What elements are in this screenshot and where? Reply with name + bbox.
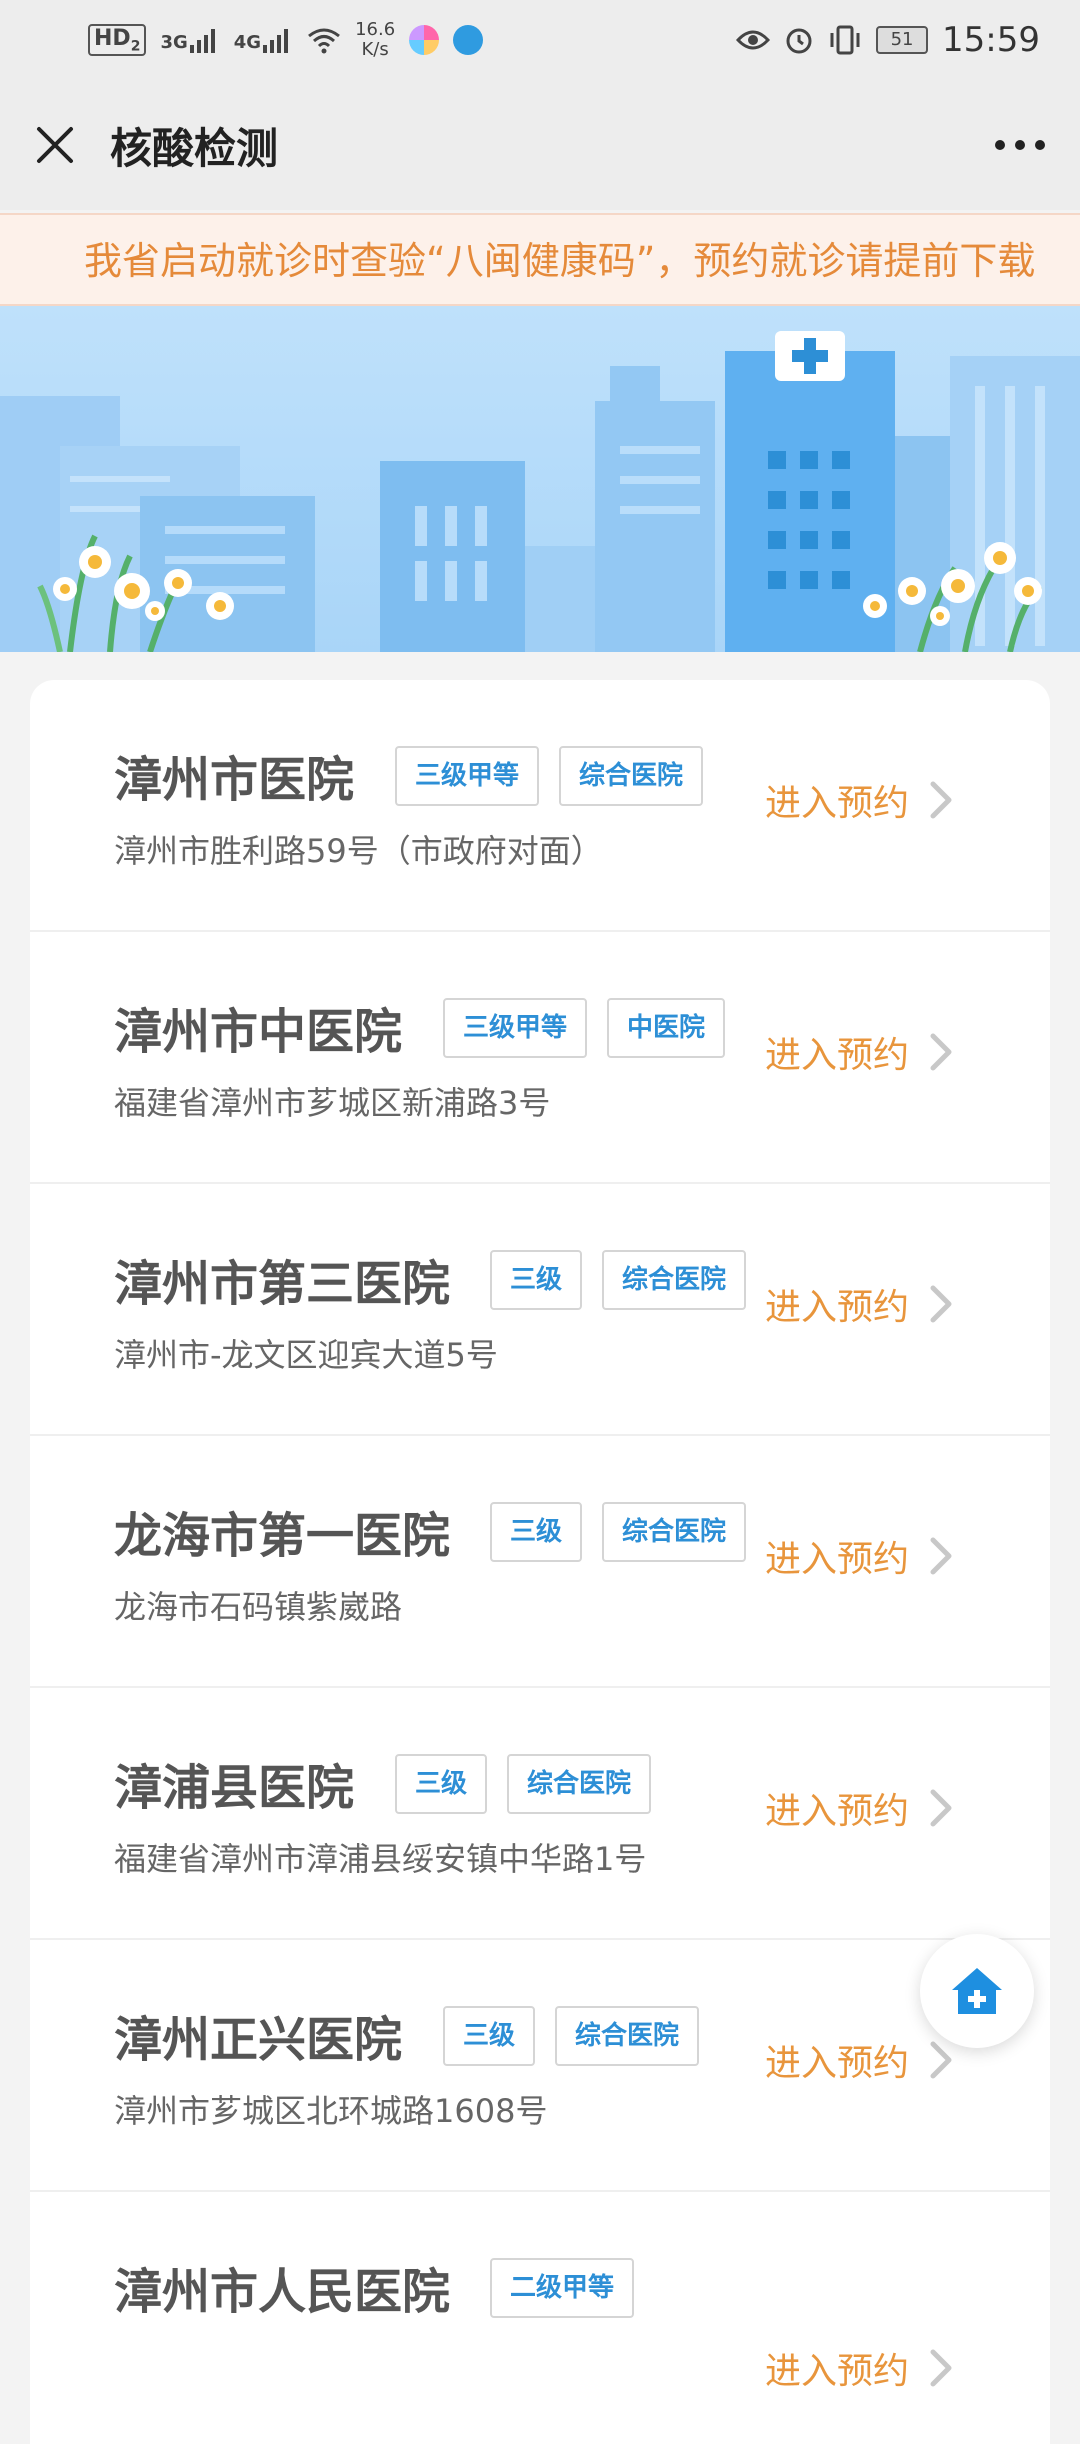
book-appointment-link[interactable]: 进入预约 xyxy=(765,1530,953,1582)
net2-label: 4G xyxy=(233,32,262,53)
hospital-tags: 三级 综合医院 xyxy=(395,1754,652,1814)
chevron-right-icon xyxy=(930,1033,952,1071)
more-button[interactable] xyxy=(990,120,1050,170)
signal-3g-icon: 3G xyxy=(160,27,219,53)
hospital-tags: 三级甲等 综合医院 xyxy=(395,746,704,806)
hospital-type-tag: 综合医院 xyxy=(555,2006,700,2066)
notice-banner[interactable]: 我省启动就诊时查验“八闽健康码”，预约就诊请提前下载 xyxy=(0,213,1080,306)
wifi-icon xyxy=(308,28,340,54)
hospital-item[interactable]: 漳州市第三医院 三级 综合医院 漳州市-龙文区迎宾大道5号 进入预约 xyxy=(30,1184,1050,1436)
alarm-icon xyxy=(786,28,812,54)
hospital-level-tag: 二级甲等 xyxy=(490,2258,635,2318)
title-bar: 核酸检测 xyxy=(0,80,1080,210)
status-right: 51 15:59 xyxy=(736,20,1040,60)
vibrate-icon xyxy=(830,25,860,55)
hospital-name: 漳浦县医院 xyxy=(114,1760,355,1816)
hero-banner xyxy=(0,306,1080,652)
hd-label: HD xyxy=(94,25,131,51)
hospital-name: 漳州市人民医院 xyxy=(114,2264,451,2320)
hospital-level-tag: 三级 xyxy=(395,1754,488,1814)
book-appointment-link[interactable]: 进入预约 xyxy=(765,2342,953,2394)
hospital-name: 漳州市第三医院 xyxy=(114,1256,451,1312)
hospital-item[interactable]: 漳州市人民医院 二级甲等 进入预约 xyxy=(30,2192,1050,2444)
hospital-list: 漳州市医院 三级甲等 综合医院 漳州市胜利路59号（市政府对面） 进入预约 漳州… xyxy=(30,680,1050,2444)
book-appointment-label: 进入预约 xyxy=(765,2351,910,2392)
hospital-tags: 三级甲等 中医院 xyxy=(443,998,726,1058)
hospital-address: 龙海市石码镇紫崴路 xyxy=(114,1588,403,1626)
battery-level: 51 xyxy=(890,29,914,50)
eye-icon xyxy=(736,30,771,50)
hospital-tags: 三级 综合医院 xyxy=(490,1502,747,1562)
hospital-level-tag: 三级甲等 xyxy=(443,998,588,1058)
chevron-right-icon xyxy=(930,2349,952,2387)
book-appointment-label: 进入预约 xyxy=(765,1035,910,1076)
hospital-item[interactable]: 漳州市医院 三级甲等 综合医院 漳州市胜利路59号（市政府对面） 进入预约 xyxy=(30,680,1050,932)
book-appointment-label: 进入预约 xyxy=(765,1791,910,1832)
hospital-name: 龙海市第一医院 xyxy=(114,1508,451,1564)
hospital-tags: 三级 综合医院 xyxy=(443,2006,700,2066)
hospital-level-tag: 三级甲等 xyxy=(395,746,540,806)
hospital-name: 漳州市中医院 xyxy=(114,1004,403,1060)
hospital-level-tag: 三级 xyxy=(490,1250,583,1310)
book-appointment-link[interactable]: 进入预约 xyxy=(765,1782,953,1834)
hospital-type-tag: 中医院 xyxy=(607,998,726,1058)
hospital-address: 漳州市芗城区北环城路1608号 xyxy=(114,2092,548,2130)
hospital-level-tag: 三级 xyxy=(443,2006,536,2066)
browser-notification-icon xyxy=(453,25,484,55)
hospital-item[interactable]: 漳浦县医院 三级 综合医院 福建省漳州市漳浦县绥安镇中华路1号 进入预约 xyxy=(30,1688,1050,1940)
hospital-type-tag: 综合医院 xyxy=(602,1250,747,1310)
battery-icon: 51 xyxy=(876,26,929,54)
chevron-right-icon xyxy=(930,2041,952,2079)
hd-indicator: HD2 xyxy=(88,23,147,57)
hospital-item[interactable]: 漳州市中医院 三级甲等 中医院 福建省漳州市芗城区新浦路3号 进入预约 xyxy=(30,932,1050,1184)
app-notification-icon xyxy=(409,25,440,55)
status-bar: HD2 3G 4G 16.6 K/s 51 15:59 xyxy=(0,0,1080,80)
signal-4g-icon: 4G xyxy=(234,27,293,53)
hospital-name: 漳州正兴医院 xyxy=(114,2012,403,2068)
chevron-right-icon xyxy=(930,1789,952,1827)
hospital-level-tag: 三级 xyxy=(490,1502,583,1562)
hospital-tags: 三级 综合医院 xyxy=(490,1250,747,1310)
hospital-tags: 二级甲等 xyxy=(490,2258,635,2318)
hospital-name: 漳州市医院 xyxy=(114,752,355,808)
chevron-right-icon xyxy=(930,781,952,819)
close-button[interactable] xyxy=(30,120,80,170)
hospital-address: 漳州市-龙文区迎宾大道5号 xyxy=(114,1336,498,1374)
hospital-type-tag: 综合医院 xyxy=(507,1754,652,1814)
book-appointment-label: 进入预约 xyxy=(765,2043,910,2084)
clock: 15:59 xyxy=(942,20,1040,60)
network-speed: 16.6 K/s xyxy=(355,20,395,60)
city-hospital-illustration xyxy=(0,331,1080,652)
book-appointment-link[interactable]: 进入预约 xyxy=(765,1278,953,1330)
hospital-item[interactable]: 漳州正兴医院 三级 综合医院 漳州市芗城区北环城路1608号 进入预约 xyxy=(30,1940,1050,2192)
book-appointment-label: 进入预约 xyxy=(765,1539,910,1580)
hd-sub: 2 xyxy=(130,38,141,55)
hospital-item[interactable]: 龙海市第一医院 三级 综合医院 龙海市石码镇紫崴路 进入预约 xyxy=(30,1436,1050,1688)
hospital-address: 福建省漳州市芗城区新浦路3号 xyxy=(114,1084,551,1122)
book-appointment-link[interactable]: 进入预约 xyxy=(765,2034,953,2086)
chevron-right-icon xyxy=(930,1537,952,1575)
hospital-address: 福建省漳州市漳浦县绥安镇中华路1号 xyxy=(114,1840,647,1878)
speed-unit: K/s xyxy=(361,39,389,60)
hospital-address: 漳州市胜利路59号（市政府对面） xyxy=(114,832,603,870)
book-appointment-link[interactable]: 进入预约 xyxy=(765,1026,953,1078)
more-icon xyxy=(995,140,1045,150)
home-icon xyxy=(952,1968,1002,2014)
book-appointment-link[interactable]: 进入预约 xyxy=(765,774,953,826)
home-button[interactable] xyxy=(920,1934,1034,2048)
notice-text: 我省启动就诊时查验“八闽健康码”，预约就诊请提前下载 xyxy=(84,239,1036,283)
speed-value: 16.6 xyxy=(355,19,396,40)
status-left: HD2 3G 4G 16.6 K/s xyxy=(88,20,484,60)
book-appointment-label: 进入预约 xyxy=(765,783,910,824)
close-icon xyxy=(37,127,73,163)
chevron-right-icon xyxy=(930,1285,952,1323)
book-appointment-label: 进入预约 xyxy=(765,1287,910,1328)
page-title: 核酸检测 xyxy=(110,123,279,173)
hospital-type-tag: 综合医院 xyxy=(559,746,704,806)
hospital-type-tag: 综合医院 xyxy=(602,1502,747,1562)
net1-label: 3G xyxy=(160,32,188,53)
